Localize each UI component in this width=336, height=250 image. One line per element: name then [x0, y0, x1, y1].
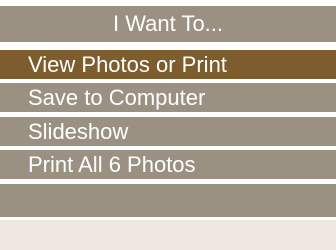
empty-menu-row — [0, 184, 336, 217]
menu-item-slideshow[interactable]: Slideshow — [0, 117, 336, 146]
menu-item-view-photos-or-print[interactable]: View Photos or Print — [0, 50, 336, 79]
panel-title: I Want To... — [0, 6, 336, 42]
i-want-to-panel: I Want To... View Photos or Print Save t… — [0, 0, 336, 250]
menu-item-print-all-photos[interactable]: Print All 6 Photos — [0, 150, 336, 179]
panel-footer — [0, 220, 336, 250]
panel-header: I Want To... — [0, 0, 336, 46]
menu-item-save-to-computer[interactable]: Save to Computer — [0, 83, 336, 112]
